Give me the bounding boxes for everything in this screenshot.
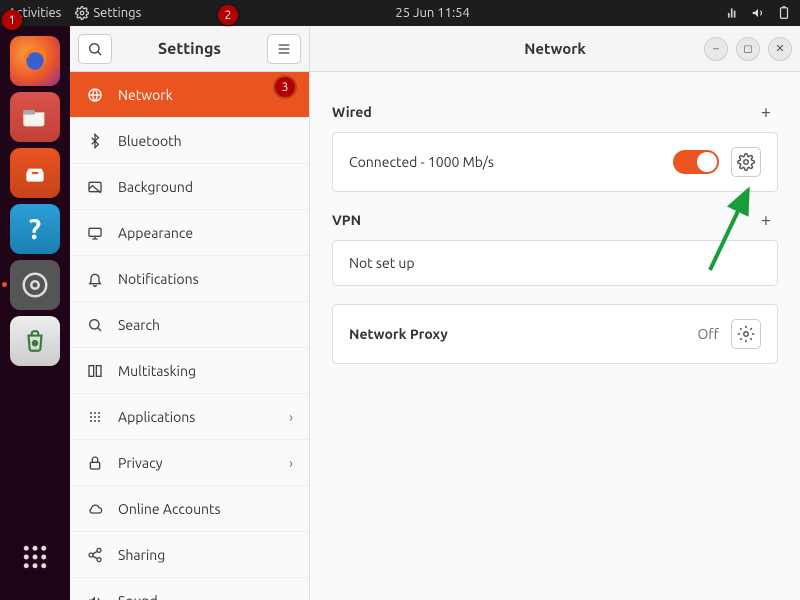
sidebar-item-label: Sound xyxy=(118,593,158,600)
search-icon xyxy=(86,317,104,333)
sidebar-item-label: Privacy xyxy=(118,455,162,471)
sidebar-item-search[interactable]: Search xyxy=(70,302,309,348)
vpn-status-label: Not set up xyxy=(349,255,415,271)
settings-window: Settings Network Bluetooth Background Appea… xyxy=(70,26,800,600)
window-maximize-button[interactable]: ◻ xyxy=(736,37,760,61)
chevron-right-icon: › xyxy=(289,409,293,425)
topbar-app-label: Settings xyxy=(93,6,141,20)
chevron-right-icon: › xyxy=(289,455,293,471)
wired-section-header: Wired + xyxy=(332,102,778,122)
sidebar-item-online-accounts[interactable]: Online Accounts xyxy=(70,486,309,532)
sidebar-item-label: Online Accounts xyxy=(118,501,221,517)
content-pane: Network – ◻ ✕ Wired + Connected - 1000 M… xyxy=(310,26,800,600)
sidebar-item-privacy[interactable]: Privacy › xyxy=(70,440,309,486)
wired-heading: Wired xyxy=(332,104,372,120)
globe-icon xyxy=(86,87,104,103)
system-status-area[interactable] xyxy=(724,6,792,20)
sidebar-item-label: Notifications xyxy=(118,271,199,287)
sidebar-item-sound[interactable]: Sound xyxy=(70,578,309,600)
content-body: Wired + Connected - 1000 Mb/s VPN + Not … xyxy=(310,72,800,600)
annotation-badge-3: 3 xyxy=(275,77,295,97)
proxy-label: Network Proxy xyxy=(349,326,448,342)
lock-icon xyxy=(86,455,104,471)
network-proxy-card: Network Proxy Off xyxy=(332,304,778,364)
content-header: Network – ◻ ✕ xyxy=(310,26,800,72)
dock-software[interactable] xyxy=(10,148,60,198)
network-status-icon xyxy=(724,6,740,20)
add-wired-button[interactable]: + xyxy=(754,102,778,122)
proxy-state-label: Off xyxy=(697,326,719,342)
bell-icon xyxy=(86,271,104,287)
sidebar-item-notifications[interactable]: Notifications xyxy=(70,256,309,302)
annotation-badge-1: 1 xyxy=(2,10,22,30)
sidebar-item-network[interactable]: Network xyxy=(70,72,309,118)
dock-trash[interactable] xyxy=(10,316,60,366)
dock: ? xyxy=(0,26,70,600)
dock-help[interactable]: ? xyxy=(10,204,60,254)
cloud-icon xyxy=(86,501,104,517)
share-icon xyxy=(86,547,104,563)
window-close-button[interactable]: ✕ xyxy=(768,37,792,61)
sidebar-item-applications[interactable]: Applications › xyxy=(70,394,309,440)
sidebar-item-label: Search xyxy=(118,317,160,333)
bluetooth-icon xyxy=(86,133,104,149)
dock-show-apps[interactable] xyxy=(10,532,60,582)
window-minimize-button[interactable]: – xyxy=(704,37,728,61)
topbar-app-indicator[interactable]: Settings xyxy=(75,6,141,20)
sidebar-item-label: Sharing xyxy=(118,547,165,563)
proxy-settings-button[interactable] xyxy=(731,319,761,349)
search-button[interactable] xyxy=(78,34,112,64)
sidebar-item-bluetooth[interactable]: Bluetooth xyxy=(70,118,309,164)
top-bar: Activities Settings 25 Jun 11:54 xyxy=(0,0,800,26)
sidebar-item-background[interactable]: Background xyxy=(70,164,309,210)
dock-files[interactable] xyxy=(10,92,60,142)
sidebar-title: Settings xyxy=(158,40,221,58)
sound-icon xyxy=(86,593,104,600)
volume-icon xyxy=(750,6,766,20)
appearance-icon xyxy=(86,225,104,241)
sidebar-item-label: Bluetooth xyxy=(118,133,182,149)
annotation-arrow xyxy=(700,180,770,280)
sidebar-item-label: Network xyxy=(118,87,173,103)
wired-settings-button[interactable] xyxy=(731,147,761,177)
sidebar-item-label: Applications xyxy=(118,409,195,425)
dock-firefox[interactable] xyxy=(10,36,60,86)
sidebar-item-label: Background xyxy=(118,179,193,195)
sidebar-item-label: Appearance xyxy=(118,225,193,241)
sidebar-item-sharing[interactable]: Sharing xyxy=(70,532,309,578)
sidebar-item-multitasking[interactable]: Multitasking xyxy=(70,348,309,394)
sidebar-header: Settings xyxy=(70,26,309,72)
annotation-badge-2: 2 xyxy=(218,5,238,25)
battery-icon xyxy=(776,6,792,20)
content-title: Network xyxy=(524,40,586,57)
vpn-heading: VPN xyxy=(332,212,361,228)
background-icon xyxy=(86,179,104,195)
gear-icon xyxy=(75,6,89,20)
wired-toggle[interactable] xyxy=(673,150,719,174)
settings-sidebar: Settings Network Bluetooth Background Appea… xyxy=(70,26,310,600)
sidebar-list: Network Bluetooth Background Appearance Noti… xyxy=(70,72,309,600)
sidebar-item-appearance[interactable]: Appearance xyxy=(70,210,309,256)
sidebar-item-label: Multitasking xyxy=(118,363,196,379)
dock-settings[interactable] xyxy=(10,260,60,310)
wired-status-label: Connected - 1000 Mb/s xyxy=(349,154,494,170)
menu-button[interactable] xyxy=(267,34,301,64)
apps-icon xyxy=(86,409,104,425)
multitask-icon xyxy=(86,363,104,379)
